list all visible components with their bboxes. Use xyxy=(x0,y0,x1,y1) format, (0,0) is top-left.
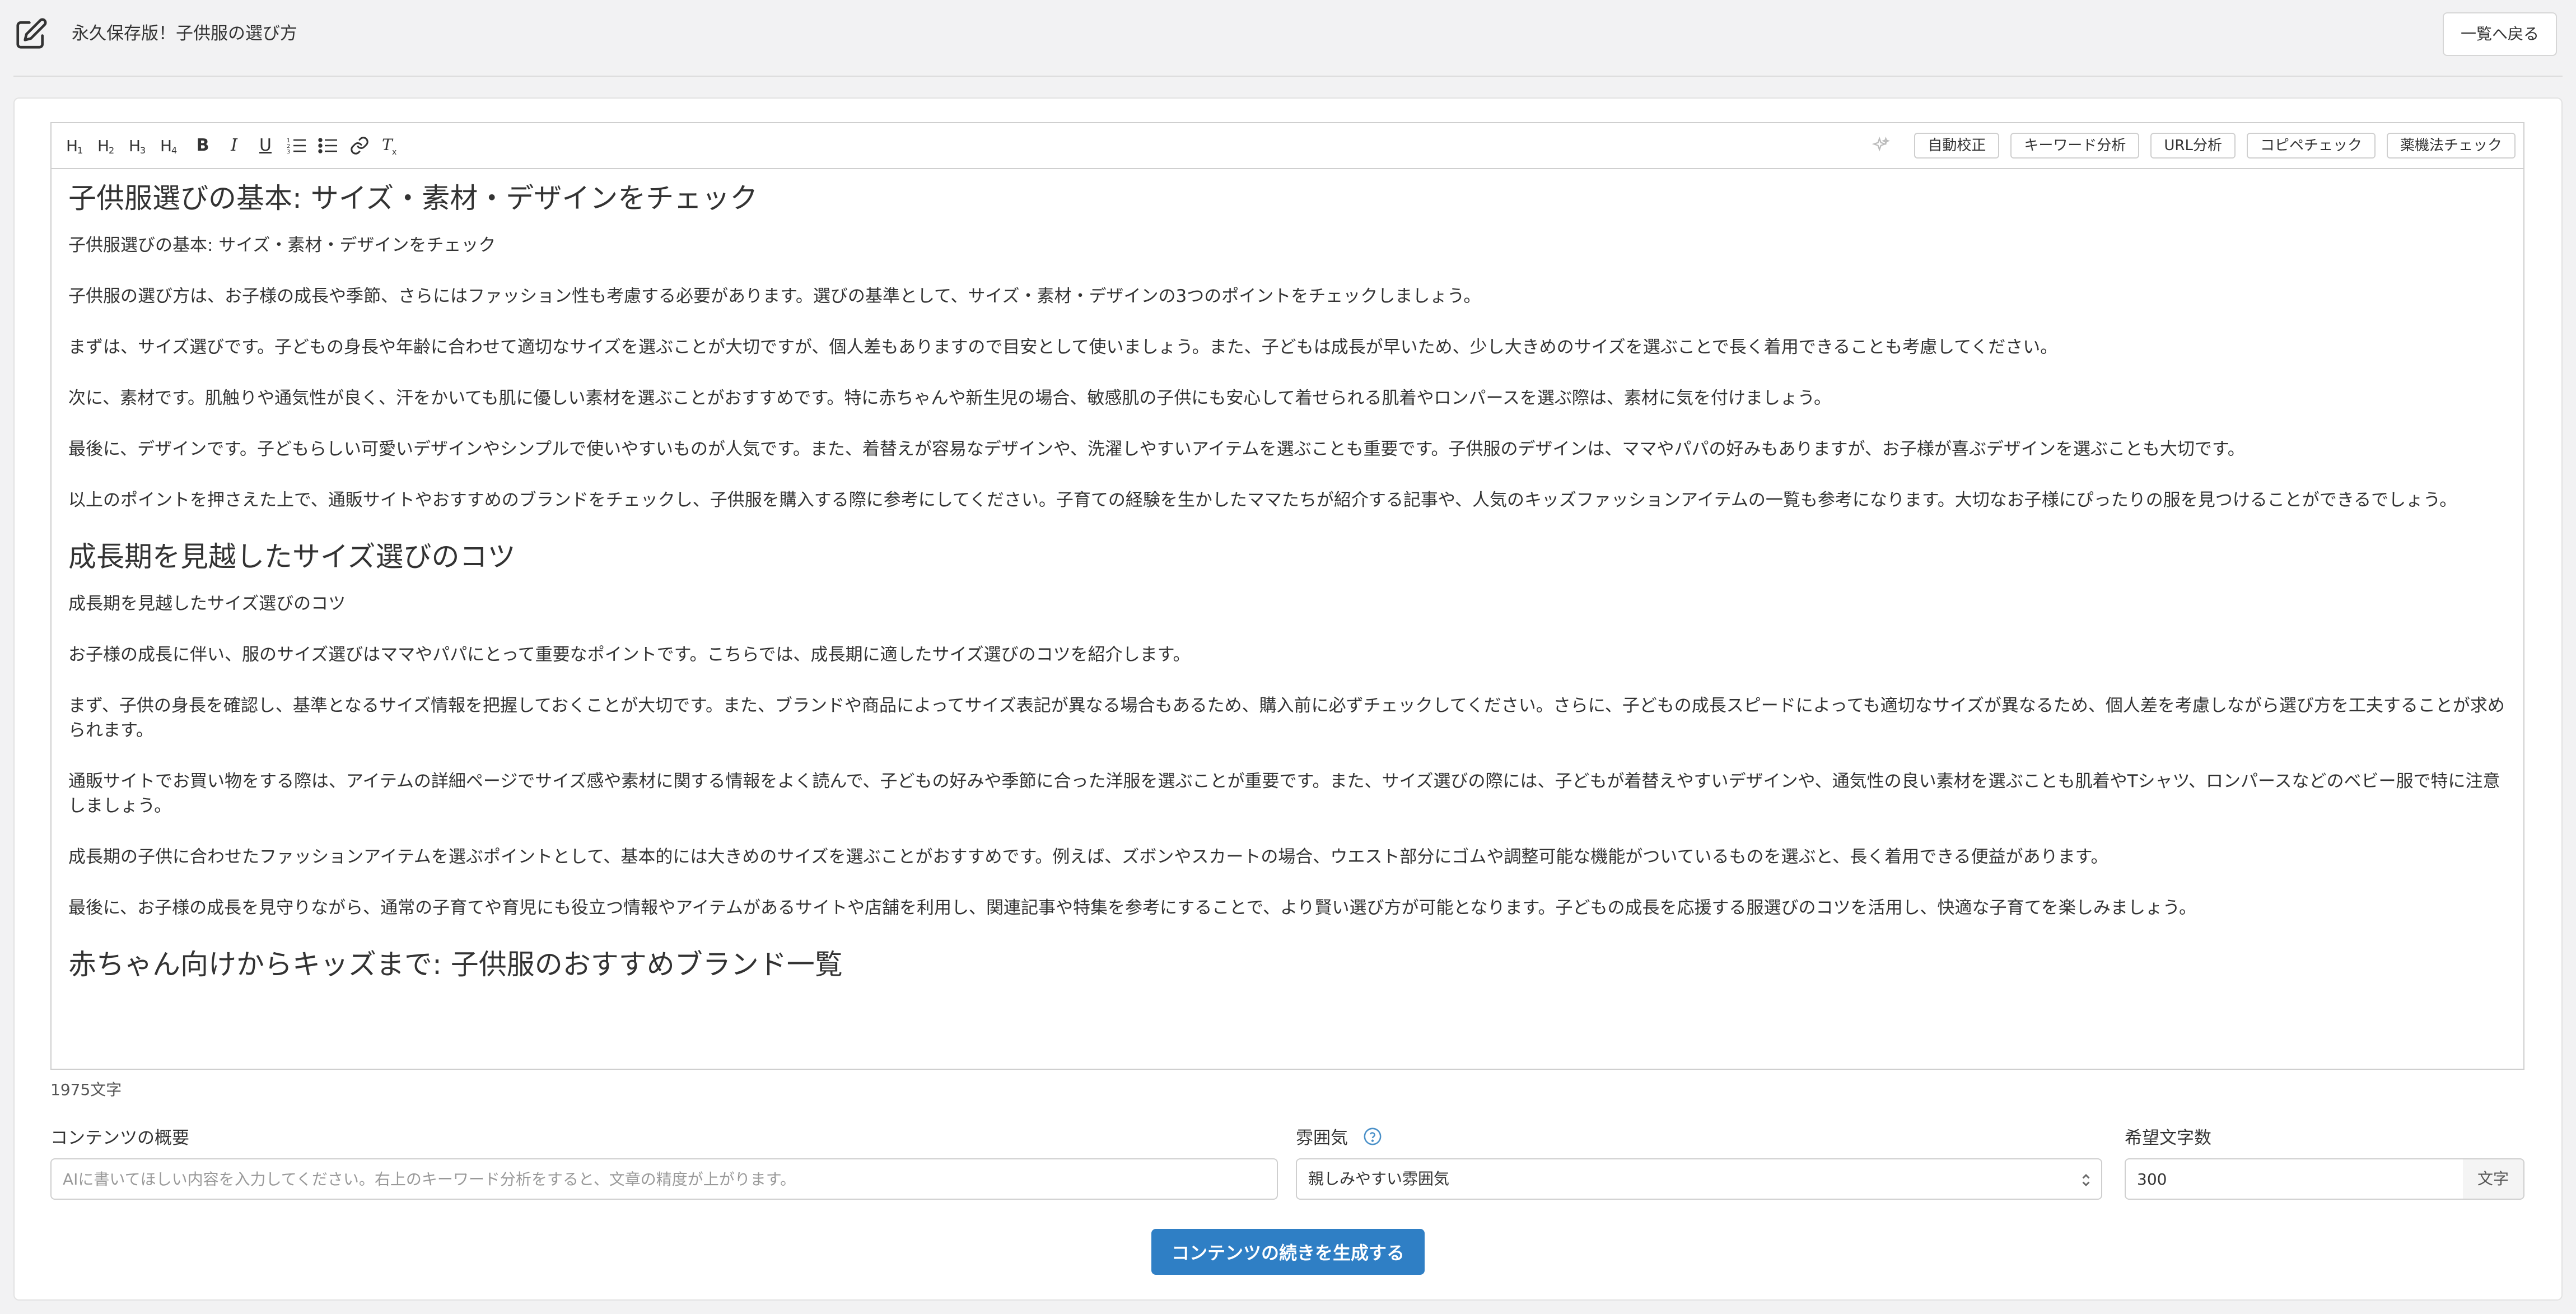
ordered-list-icon[interactable]: 123 xyxy=(286,134,308,157)
help-icon[interactable] xyxy=(1363,1127,1382,1146)
svg-text:4: 4 xyxy=(171,145,177,156)
keyword-analysis-button[interactable]: キーワード分析 xyxy=(2010,133,2140,159)
svg-text:2: 2 xyxy=(109,145,114,156)
bullet-list-icon[interactable] xyxy=(317,134,339,157)
editor-content[interactable]: 子供服選びの基本: サイズ・素材・デザインをチェック子供服選びの基本: サイズ・… xyxy=(68,168,2507,1069)
edit-icon xyxy=(16,18,47,49)
summary-label: コンテンツの概要 xyxy=(50,1128,189,1148)
pharma-law-check-button[interactable]: 薬機法チェック xyxy=(2386,133,2516,159)
editor-toolbar: H1 H2 H3 H4 B I U 123 Tx 自動校正 キーワード分析 UR… xyxy=(52,123,2523,169)
content-paragraph: 最後に、お子様の成長を見守りながら、通常の子育てや育児にも役立つ情報やアイテムが… xyxy=(68,898,2196,918)
svg-text:H: H xyxy=(97,137,109,155)
tone-select[interactable]: 親しみやすい雰囲気 xyxy=(1296,1158,2102,1200)
url-analysis-button[interactable]: URL分析 xyxy=(2150,133,2236,159)
content-paragraph: まず、子供の身長を確認し、基準となるサイズ情報を把握しておくことが大切です。また… xyxy=(68,696,2505,740)
content-paragraph: 成長期を見越したサイズ選びのコツ xyxy=(68,594,346,614)
link-icon[interactable] xyxy=(348,134,371,157)
character-count: 1975文字 xyxy=(50,1080,122,1099)
heading3-button[interactable]: H3 xyxy=(128,134,150,157)
content-paragraph: まずは、サイズ選びです。子どもの身長や年齢に合わせて適切なサイズを選ぶことが大切… xyxy=(68,337,2058,357)
heading2-button[interactable]: H2 xyxy=(96,134,119,157)
toolbar-tools: 自動校正 キーワード分析 URL分析 コピペチェック 薬機法チェック xyxy=(1872,132,2516,159)
header-bar: 永久保存版！子供服の選び方 一覧へ戻る xyxy=(0,0,2576,77)
auto-proofread-button[interactable]: 自動校正 xyxy=(1914,133,2000,159)
back-to-list-button[interactable]: 一覧へ戻る xyxy=(2442,12,2557,56)
copy-check-button[interactable]: コピペチェック xyxy=(2246,133,2376,159)
svg-text:H: H xyxy=(66,137,78,155)
content-paragraph: 通販サイトでお買い物をする際は、アイテムの詳細ページでサイズ感や素材に関する情報… xyxy=(68,771,2500,816)
content-heading: 成長期を見越したサイズ選びのコツ xyxy=(68,540,516,573)
content-paragraph: 子供服選びの基本: サイズ・素材・デザインをチェック xyxy=(68,235,496,255)
sparkle-icon xyxy=(1872,136,1891,152)
svg-text:3: 3 xyxy=(140,145,146,156)
select-arrows-icon xyxy=(2082,1173,2090,1187)
italic-button[interactable]: I xyxy=(223,134,245,157)
generate-continuation-button[interactable]: コンテンツの続きを生成する xyxy=(1151,1229,1425,1275)
length-unit: 文字 xyxy=(2463,1158,2524,1200)
content-paragraph: お子様の成長に伴い、服のサイズ選びはママやパパにとって重要なポイントです。こちら… xyxy=(68,645,1191,665)
heading4-button[interactable]: H4 xyxy=(159,134,181,157)
bold-button[interactable]: B xyxy=(192,134,214,157)
length-input[interactable] xyxy=(2125,1158,2464,1200)
content-paragraph: 子供服の選び方は、お子様の成長や季節、さらにはファッション性も考慮する必要があり… xyxy=(68,286,1481,306)
content-heading: 子供服選びの基本: サイズ・素材・デザインをチェック xyxy=(68,182,758,215)
heading1-button[interactable]: H1 xyxy=(65,134,87,157)
underline-button[interactable]: U xyxy=(254,134,277,157)
header-divider xyxy=(13,76,2563,77)
content-paragraph: 最後に、デザインです。子どもらしい可愛いデザインやシンプルで使いやすいものが人気… xyxy=(68,439,2245,459)
content-paragraph: 次に、素材です。肌触りや通気性が良く、汗をかいても肌に優しい素材を選ぶことがおす… xyxy=(68,388,1832,408)
editor-card: H1 H2 H3 H4 B I U 123 Tx 自動校正 キーワード分析 UR… xyxy=(13,97,2563,1301)
svg-text:1: 1 xyxy=(77,145,83,156)
length-label: 希望文字数 xyxy=(2125,1128,2211,1148)
rich-text-editor: H1 H2 H3 H4 B I U 123 Tx 自動校正 キーワード分析 UR… xyxy=(50,122,2524,1070)
svg-text:3: 3 xyxy=(287,149,290,155)
svg-text:H: H xyxy=(160,137,172,155)
content-heading: 赤ちゃん向けからキッズまで: 子供服のおすすめブランド一覧 xyxy=(68,948,843,981)
page-title: 永久保存版！子供服の選び方 xyxy=(72,24,297,44)
svg-text:H: H xyxy=(129,137,141,155)
tone-label: 雰囲気 xyxy=(1296,1128,1348,1148)
content-paragraph: 成長期の子供に合わせたファッションアイテムを選ぶポイントとして、基本的には大きめ… xyxy=(68,847,2108,867)
clear-format-icon[interactable]: Tx xyxy=(380,134,402,157)
content-paragraph: 以上のポイントを押さえた上で、通販サイトやおすすめのブランドをチェックし、子供服… xyxy=(68,490,2457,510)
svg-text:x: x xyxy=(392,148,396,157)
tone-select-value: 親しみやすい雰囲気 xyxy=(1308,1169,1450,1188)
summary-input[interactable] xyxy=(50,1158,1278,1200)
